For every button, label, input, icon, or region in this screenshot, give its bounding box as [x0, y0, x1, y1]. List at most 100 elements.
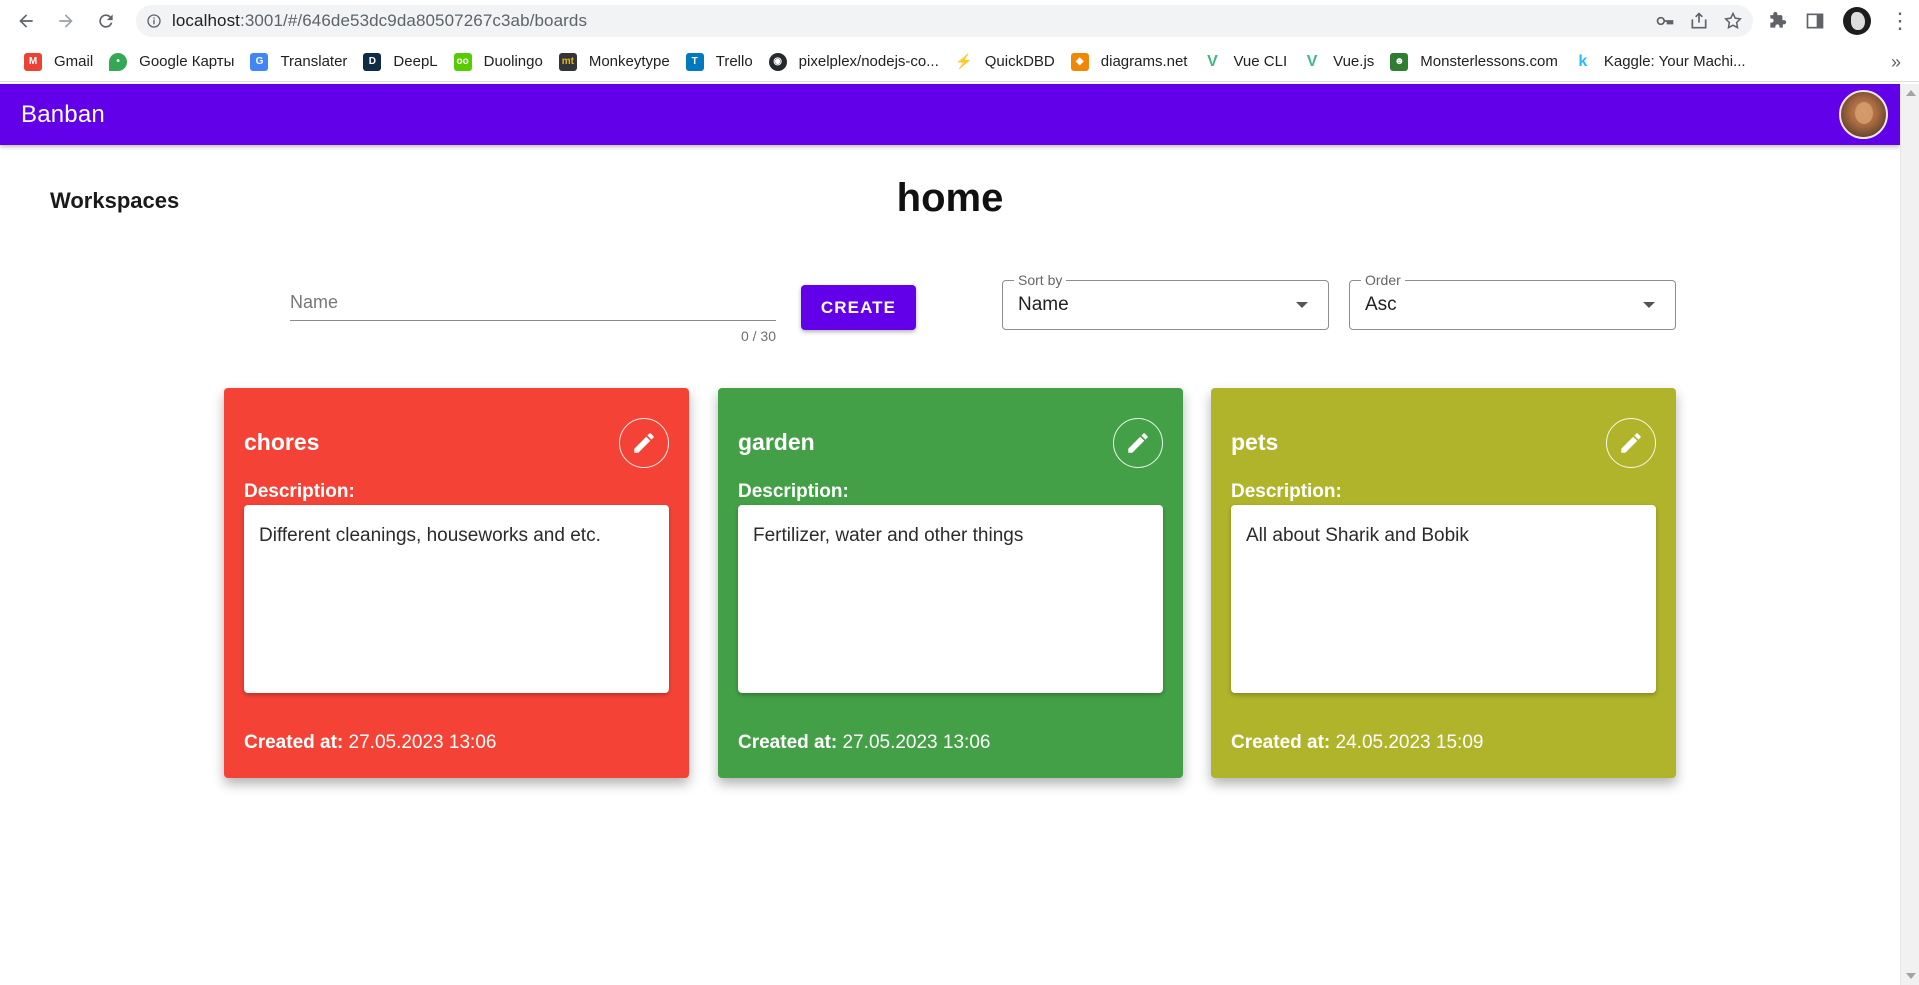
bookmark-label: pixelplex/nodejs-co...	[798, 53, 939, 70]
more-bookmarks-icon[interactable]: »	[1891, 52, 1901, 73]
arrow-right-icon	[59, 14, 73, 28]
bookmark-label: Monkeytype	[588, 53, 670, 70]
extensions-icon[interactable]	[1767, 11, 1787, 31]
site-info-icon[interactable]	[136, 13, 172, 29]
create-board-button[interactable]: CREATE	[801, 285, 916, 330]
bookmark-monsterlessons[interactable]: ☻ Monsterlessons.com	[1382, 48, 1566, 76]
app-bar: Banban	[0, 84, 1900, 145]
star-icon[interactable]	[1723, 11, 1743, 31]
created-at-value: 27.05.2023 13:06	[842, 732, 991, 753]
back-button[interactable]	[6, 0, 46, 42]
bookmark-label: Monsterlessons.com	[1420, 53, 1558, 70]
app-title[interactable]: Banban	[21, 101, 105, 129]
bookmark-translater[interactable]: G Translater	[242, 48, 355, 76]
trello-icon: T	[685, 52, 704, 71]
board-name-input[interactable]	[290, 285, 776, 319]
board-name-field[interactable]	[290, 285, 776, 321]
bookmark-deepl[interactable]: D DeepL	[355, 48, 445, 76]
description-label: Description:	[1231, 481, 1342, 502]
vue-icon: V	[1207, 52, 1218, 70]
quickdbd-icon: ⚡	[955, 53, 973, 69]
url-host: localhost	[172, 11, 240, 30]
edit-board-button[interactable]	[619, 418, 669, 468]
url-text: localhost:3001/#/646de53dc9da80507267c3a…	[172, 11, 587, 31]
name-char-counter: 0 / 30	[740, 328, 776, 344]
created-at: Created at: 27.05.2023 13:06	[244, 732, 496, 754]
browser-menu-icon[interactable]: ⋮	[1889, 10, 1911, 32]
bookmark-duolingo[interactable]: oo Duolingo	[446, 48, 551, 76]
diagrams-icon: ◆	[1070, 52, 1089, 71]
bookmarks-bar: M Gmail • Google Карты G Translater D DeepL …	[0, 42, 1919, 82]
board-name: pets	[1231, 429, 1279, 455]
created-at-label: Created at:	[244, 732, 344, 753]
bookmark-label: Vue CLI	[1233, 53, 1288, 70]
scroll-up-arrow-icon[interactable]	[1906, 90, 1916, 96]
description-text[interactable]: Different cleanings, houseworks and etc.	[244, 505, 669, 693]
arrow-left-icon	[19, 14, 33, 28]
edit-board-button[interactable]	[1113, 418, 1163, 468]
deepl-icon: D	[363, 52, 382, 71]
order-label: Order	[1361, 272, 1405, 288]
page-scrollbar[interactable]	[1900, 84, 1919, 985]
browser-toolbar: localhost:3001/#/646de53dc9da80507267c3a…	[0, 0, 1919, 42]
bookmark-gmail[interactable]: M Gmail	[16, 48, 101, 76]
bookmark-label: DeepL	[393, 53, 438, 70]
bookmark-vue-cli[interactable]: V Vue CLI	[1195, 48, 1295, 76]
pencil-icon	[1128, 433, 1148, 453]
bookmark-label: Vue.js	[1333, 53, 1375, 70]
edit-board-button[interactable]	[1606, 418, 1656, 468]
key-icon[interactable]	[1655, 11, 1675, 31]
bookmark-github[interactable]: ◉ pixelplex/nodejs-co...	[761, 48, 947, 76]
board-name: garden	[738, 429, 815, 455]
bookmark-monkeytype[interactable]: mt Monkeytype	[551, 48, 678, 76]
bookmark-label: Gmail	[54, 53, 94, 70]
scroll-down-arrow-icon[interactable]	[1906, 973, 1916, 979]
caret-down-icon	[1643, 302, 1655, 308]
bookmark-vuejs[interactable]: V Vue.js	[1295, 48, 1382, 76]
pencil-icon	[1621, 433, 1641, 453]
caret-down-icon	[1296, 302, 1308, 308]
created-at-label: Created at:	[1231, 732, 1331, 753]
monkeytype-icon: mt	[558, 52, 577, 71]
vue-icon: V	[1306, 52, 1318, 70]
bookmark-label: Kaggle: Your Machi...	[1603, 53, 1746, 70]
board-card-chores[interactable]: chores Description: Different cleanings,…	[224, 388, 689, 778]
description-label: Description:	[738, 481, 849, 502]
order-select[interactable]: Order Asc	[1349, 272, 1676, 330]
sort-by-label: Sort by	[1014, 272, 1067, 288]
bookmark-label: diagrams.net	[1100, 53, 1188, 70]
reload-button[interactable]	[86, 0, 126, 42]
bookmark-trello[interactable]: T Trello	[678, 48, 761, 76]
share-icon[interactable]	[1689, 11, 1709, 31]
gmail-icon: M	[24, 52, 42, 71]
description-text[interactable]: Fertilizer, water and other things	[738, 505, 1163, 693]
duolingo-icon: oo	[453, 52, 472, 71]
forward-button[interactable]	[46, 0, 86, 42]
url-path: :3001/#/646de53dc9da80507267c3ab/boards	[240, 11, 588, 30]
profile-avatar[interactable]	[1843, 7, 1871, 35]
order-value: Asc	[1365, 294, 1397, 315]
board-card-pets[interactable]: pets Description: All about Sharik and B…	[1211, 388, 1676, 778]
address-bar-actions	[1655, 5, 1743, 37]
bookmark-diagrams[interactable]: ◆ diagrams.net	[1063, 48, 1196, 76]
pencil-icon	[634, 433, 654, 453]
bookmark-quickdbd[interactable]: ⚡ QuickDBD	[947, 48, 1063, 76]
user-avatar[interactable]	[1839, 90, 1888, 139]
bookmark-kaggle[interactable]: k Kaggle: Your Machi...	[1566, 48, 1754, 76]
bookmark-label: QuickDBD	[984, 53, 1055, 70]
translate-icon: G	[250, 52, 269, 71]
board-card-garden[interactable]: garden Description: Fertilizer, water an…	[718, 388, 1183, 778]
sort-by-select[interactable]: Sort by Name	[1002, 272, 1329, 330]
description-text[interactable]: All about Sharik and Bobik	[1231, 505, 1656, 693]
map-pin-icon: •	[109, 52, 128, 71]
reload-icon	[99, 14, 113, 28]
address-bar[interactable]: localhost:3001/#/646de53dc9da80507267c3a…	[136, 5, 1753, 37]
monster-icon: ☻	[1390, 52, 1409, 71]
bookmark-google-maps[interactable]: • Google Карты	[101, 48, 242, 76]
kaggle-icon: k	[1578, 52, 1588, 70]
created-at-label: Created at:	[738, 732, 838, 753]
created-at-value: 24.05.2023 15:09	[1335, 732, 1484, 753]
side-panel-icon[interactable]	[1805, 11, 1825, 31]
bookmark-label: Google Карты	[139, 53, 235, 70]
sort-by-value: Name	[1018, 294, 1069, 315]
